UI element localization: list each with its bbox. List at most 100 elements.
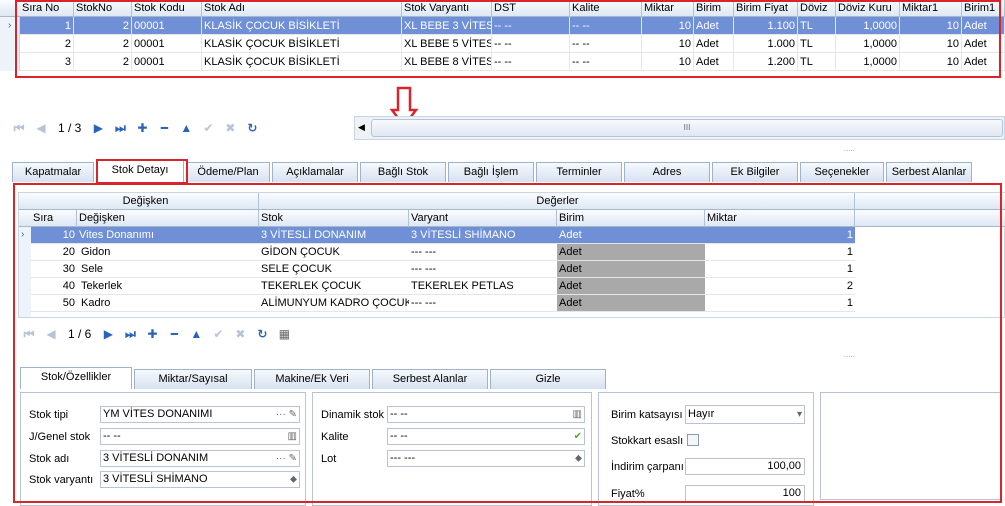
cell-birim[interactable]: Adet xyxy=(557,227,705,244)
refresh-icon[interactable]: ↻ xyxy=(243,119,261,137)
tab-bagli-islem[interactable]: Bağlı İşlem xyxy=(448,162,534,182)
stok-varyanti-field[interactable]: 3 VİTESLİ SHİMANO ⬥ xyxy=(100,471,300,488)
cell-doviz-kuru[interactable]: 1,0000 xyxy=(836,35,900,53)
delete-record-icon[interactable]: ━ xyxy=(165,325,183,343)
kalite-field[interactable]: -- -- ✔ xyxy=(387,428,585,445)
splitter-top[interactable]: ..... xyxy=(0,145,1005,154)
tab-miktar-sayisal[interactable]: Miktar/Sayısal xyxy=(134,369,252,389)
cell-birim[interactable]: Adet xyxy=(557,244,705,261)
next-record-icon[interactable]: ▶ xyxy=(89,119,107,137)
cell-degisken[interactable]: Kadro xyxy=(77,295,259,312)
tab-terminler[interactable]: Terminler xyxy=(536,162,622,182)
cell-stok[interactable]: TEKERLEK ÇOCUK xyxy=(259,278,409,295)
cell-birim[interactable]: Adet xyxy=(557,278,705,295)
cell-miktar[interactable]: 1 xyxy=(705,261,855,278)
stokkart-esasli-checkbox[interactable] xyxy=(687,434,699,446)
cell-degisken[interactable]: Tekerlek xyxy=(77,278,259,295)
cancel-record-icon[interactable]: ✖ xyxy=(231,325,249,343)
insert-record-icon[interactable]: ✚ xyxy=(143,325,161,343)
cell-varyant[interactable]: --- --- xyxy=(409,295,557,312)
cell-birim1[interactable]: Adet xyxy=(962,53,1005,71)
col-miktar1[interactable]: Miktar1 xyxy=(900,0,962,17)
col-stok[interactable]: Stok xyxy=(259,210,409,227)
col-kalite[interactable]: Kalite xyxy=(570,0,642,17)
cell-stokno[interactable]: 2 xyxy=(74,17,132,35)
cell-stok[interactable]: SELE ÇOCUK xyxy=(259,261,409,278)
dinamik-stok-field[interactable]: -- -- ▥ xyxy=(387,406,585,423)
col-sira-no[interactable]: Sıra No xyxy=(20,0,74,17)
cell-stok[interactable]: 3 VİTESLİ DONANIM xyxy=(259,227,409,244)
cell-varyant[interactable]: 3 VİTESLİ SHİMANO xyxy=(409,227,557,244)
stok-adi-field[interactable]: 3 VİTESLİ DONANIM ··· ✎ xyxy=(100,450,300,467)
edit-record-icon[interactable]: ▲ xyxy=(177,119,195,137)
cell-sira[interactable]: 40 xyxy=(31,278,77,295)
cell-sira[interactable]: 50 xyxy=(31,295,77,312)
tag-icon[interactable]: ⬥ xyxy=(575,451,582,466)
first-record-icon[interactable]: ⏮ xyxy=(20,325,38,343)
indirim-carpani-field[interactable]: 100,00 xyxy=(685,458,805,475)
tag-icon[interactable]: ⬥ xyxy=(290,472,297,487)
birim-katsayisi-select[interactable]: Hayır ▾ xyxy=(685,405,805,424)
cell-stok-kodu[interactable]: 00001 xyxy=(132,53,202,71)
cell-varyant[interactable]: TEKERLEK PETLAS xyxy=(409,278,557,295)
cell-stok-varyanti[interactable]: XL BEBE 8 VİTES xyxy=(402,53,492,71)
scroll-thumb[interactable]: III xyxy=(371,119,1003,137)
cell-birim[interactable]: Adet xyxy=(694,17,734,35)
stok-tipi-field[interactable]: YM VİTES DONANIMI ··· ✎ xyxy=(100,406,300,423)
splitter-bottom[interactable]: ..... xyxy=(18,351,1005,360)
cell-stok-adi[interactable]: KLASİK ÇOCUK BİSİKLETİ xyxy=(202,35,402,53)
last-record-icon[interactable]: ⏭ xyxy=(111,119,129,137)
col-birim1[interactable]: Birim1 xyxy=(962,0,1005,17)
col-sira[interactable]: Sıra xyxy=(31,210,77,227)
cell-stok-adi[interactable]: KLASİK ÇOCUK BİSİKLETİ xyxy=(202,53,402,71)
cell-birim[interactable]: Adet xyxy=(694,53,734,71)
prev-record-icon[interactable]: ◀ xyxy=(32,119,50,137)
col-birim-fiyat[interactable]: Birim Fiyat xyxy=(734,0,798,17)
cancel-record-icon[interactable]: ✖ xyxy=(221,119,239,137)
table-row[interactable]: 3 2 00001 KLASİK ÇOCUK BİSİKLETİ XL BEBE 8 V… xyxy=(20,53,1005,71)
cell-birim[interactable]: Adet xyxy=(694,35,734,53)
table-row[interactable]: 1 2 00001 KLASİK ÇOCUK BİSİKLETİ XL BEBE 3 V… xyxy=(20,17,1005,35)
lot-field[interactable]: --- --- ⬥ xyxy=(387,450,585,467)
first-record-icon[interactable]: ⏮ xyxy=(10,119,28,137)
cell-degisken[interactable]: Vites Donanımı xyxy=(77,227,259,244)
cell-stok-varyanti[interactable]: XL BEBE 5 VİTES xyxy=(402,35,492,53)
cell-dst[interactable]: -- -- xyxy=(492,35,570,53)
table-row[interactable]: 30 Sele SELE ÇOCUK --- --- Adet 1 xyxy=(31,261,1005,278)
cell-doviz-kuru[interactable]: 1,0000 xyxy=(836,53,900,71)
cell-sira[interactable]: 30 xyxy=(31,261,77,278)
cell-stokno[interactable]: 2 xyxy=(74,35,132,53)
j-genel-field[interactable]: -- -- ▥ xyxy=(100,428,300,445)
col-stok-adi[interactable]: Stok Adı xyxy=(202,0,402,17)
table-row[interactable]: 40 Tekerlek TEKERLEK ÇOCUK TEKERLEK PETLAS A… xyxy=(31,278,1005,295)
cell-stok-kodu[interactable]: 00001 xyxy=(132,35,202,53)
tab-aciklamalar[interactable]: Açıklamalar xyxy=(272,162,358,182)
tab-adres[interactable]: Adres xyxy=(624,162,710,182)
tab-makine-ek-veri[interactable]: Makine/Ek Veri xyxy=(254,369,370,389)
table-row[interactable]: 20 Gidon GİDON ÇOCUK --- --- Adet 1 xyxy=(31,244,1005,261)
last-record-icon[interactable]: ⏭ xyxy=(121,325,139,343)
cell-miktar1[interactable]: 10 xyxy=(900,35,962,53)
cell-stokno[interactable]: 2 xyxy=(74,53,132,71)
cell-sira[interactable]: 10 xyxy=(31,227,77,244)
top-hscrollbar[interactable]: ◀ III xyxy=(354,116,1005,140)
cell-degisken[interactable]: Gidon xyxy=(77,244,259,261)
tab-ek-bilgiler[interactable]: Ek Bilgiler xyxy=(712,162,798,182)
tab-secenekler[interactable]: Seçenekler xyxy=(800,162,884,182)
delete-record-icon[interactable]: ━ xyxy=(155,119,173,137)
cell-degisken[interactable]: Sele xyxy=(77,261,259,278)
check-icon[interactable]: ✔ xyxy=(574,429,582,444)
table-row[interactable]: 10 Vites Donanımı 3 VİTESLİ DONANIM 3 VİTES… xyxy=(31,227,1005,244)
cell-doviz[interactable]: TL xyxy=(798,35,836,53)
tab-bagli-stok[interactable]: Bağlı Stok xyxy=(360,162,446,182)
cell-birim[interactable]: Adet xyxy=(557,295,705,312)
insert-record-icon[interactable]: ✚ xyxy=(133,119,151,137)
cell-stok-varyanti[interactable]: XL BEBE 3 VİTES xyxy=(402,17,492,35)
cell-miktar[interactable]: 10 xyxy=(642,17,694,35)
cell-miktar[interactable]: 1 xyxy=(705,227,855,244)
tab-stok-detayi[interactable]: Stok Detayı xyxy=(96,160,184,182)
cell-birim[interactable]: Adet xyxy=(557,261,705,278)
cell-stok[interactable]: GİDON ÇOCUK xyxy=(259,244,409,261)
table-row[interactable]: 50 Kadro ALİMUNYUM KADRO ÇOCUK --- --- Adet 1 xyxy=(31,295,1005,312)
grid-settings-icon[interactable]: ▦ xyxy=(275,325,293,343)
